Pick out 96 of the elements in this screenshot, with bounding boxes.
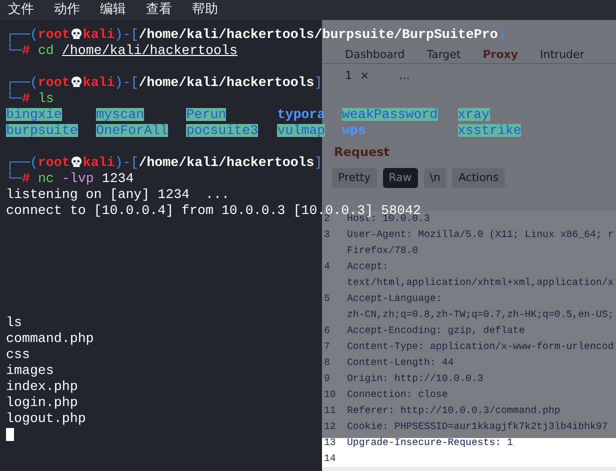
prompt-frame: └─ xyxy=(6,92,22,104)
output-line: logout.php xyxy=(6,412,86,424)
directory-name: myscan xyxy=(96,108,144,120)
output-line: listening on [any] 1234 ... xyxy=(6,188,230,200)
command-name: ls xyxy=(38,92,54,104)
directory-name: weakPassword xyxy=(342,108,438,120)
code-line: text/html,application/xhtml+xml,application/x xyxy=(347,278,614,288)
view-button[interactable]: \n xyxy=(424,168,446,188)
prompt-frame: ┌──( xyxy=(6,28,38,40)
menu-item[interactable]: 动作 xyxy=(54,0,80,20)
line-number: 8 xyxy=(324,358,330,368)
code-line: Cookie: PHPSESSID=aur1kkagjfk7k2tj3lb4ibhk97 xyxy=(347,422,608,432)
tab[interactable]: Intruder xyxy=(540,48,584,61)
prompt-frame: └─ xyxy=(6,44,22,56)
tab[interactable]: Proxy xyxy=(482,48,518,61)
panel-title: Request xyxy=(334,145,390,159)
prompt-frame: )-[ xyxy=(114,76,139,88)
text-cursor xyxy=(6,428,14,440)
line-number: 7 xyxy=(324,342,330,352)
command-argument: 1234 xyxy=(102,172,134,184)
prompt-frame: ] xyxy=(314,76,322,88)
line-number: 13 xyxy=(324,438,336,448)
skull-icon xyxy=(70,28,82,40)
prompt-frame: )-[ xyxy=(114,28,139,40)
output-line: index.php xyxy=(6,380,78,392)
code-line: zh-CN,zh;q=0.8,zh-TW;q=0.7,zh-HK;q=0.5,en-US; xyxy=(347,310,614,320)
prompt-frame: ] xyxy=(314,156,322,168)
tab[interactable]: Target xyxy=(426,48,461,61)
line-number: 9 xyxy=(324,374,330,384)
prompt-frame: ] xyxy=(498,28,506,40)
output-line: images xyxy=(6,364,54,376)
command-argument: -lvp xyxy=(62,172,94,184)
request-tab[interactable]: 1 xyxy=(345,68,352,82)
code-line: Accept: xyxy=(347,262,388,272)
line-number: 5 xyxy=(324,294,330,304)
prompt-frame: ┌──( xyxy=(6,156,38,168)
prompt-host: kali xyxy=(82,76,115,88)
code-line: Accept-Language: xyxy=(347,294,442,304)
line-number: 11 xyxy=(324,406,336,416)
directory-name: wps xyxy=(342,124,366,136)
line-number: 4 xyxy=(324,262,330,272)
code-line: Content-Length: 44 xyxy=(347,358,454,368)
prompt-symbol: # xyxy=(22,172,30,184)
prompt-user: root xyxy=(38,156,70,168)
prompt-frame: )-[ xyxy=(114,156,139,168)
prompt-user: root xyxy=(38,76,70,88)
directory-name: vulmap xyxy=(277,124,326,136)
code-line: Accept-Encoding: gzip, deflate xyxy=(347,326,525,336)
line-number: 3 xyxy=(324,230,330,240)
directory-name: bingxie xyxy=(6,108,62,120)
output-line: command.php xyxy=(6,332,94,344)
prompt-frame: └─ xyxy=(6,172,22,184)
code-line: Content-Type: application/x-www-form-urlencod xyxy=(347,342,614,352)
line-number: 10 xyxy=(324,390,336,400)
prompt-frame: ┌──( xyxy=(6,76,38,88)
view-button[interactable]: Pretty xyxy=(332,168,377,188)
menu-item[interactable]: 文件 xyxy=(8,0,34,20)
code-line: Firefox/78.0 xyxy=(347,246,418,256)
line-number: 6 xyxy=(324,326,330,336)
command-name: nc xyxy=(38,172,54,184)
close-icon[interactable]: × xyxy=(360,68,370,82)
menu-item[interactable]: 编辑 xyxy=(100,0,126,20)
code-line: Referer: http://10.0.0.3/command.php xyxy=(347,406,560,416)
tab[interactable]: Dashboard xyxy=(345,48,405,61)
prompt-user: root xyxy=(38,28,70,40)
code-line: Upgrade-Insecure-Requests: 1 xyxy=(347,438,513,448)
prompt-symbol: # xyxy=(22,44,30,56)
menu-item[interactable]: 查看 xyxy=(146,0,172,20)
directory-name: xsstrike xyxy=(458,124,522,136)
output-line: login.php xyxy=(6,396,78,408)
prompt-path: /home/kali/hackertools/burpsuite/BurpSuitePro xyxy=(138,28,498,40)
line-number: 14 xyxy=(324,454,336,464)
directory-name: burpsuite xyxy=(6,124,78,136)
command-name: cd xyxy=(38,44,54,56)
prompt-symbol: # xyxy=(22,92,30,104)
request-tab[interactable]: ... xyxy=(399,68,410,82)
code-line: Origin: http://10.0.0.3 xyxy=(347,374,484,384)
directory-name: typora xyxy=(277,108,326,120)
code-line: Connection: close xyxy=(347,390,448,400)
prompt-host: kali xyxy=(82,28,115,40)
line-number: 12 xyxy=(324,422,336,432)
view-button[interactable]: Actions xyxy=(452,168,505,188)
output-line: css xyxy=(6,348,30,360)
prompt-host: kali xyxy=(82,156,115,168)
output-line: ls xyxy=(6,316,22,328)
code-line: User-Agent: Mozilla/5.0 (X11; Linux x86_64; r xyxy=(347,230,614,240)
command-argument: /home/kali/hackertools xyxy=(62,44,238,56)
skull-icon xyxy=(70,156,82,168)
directory-name: pocsuite3 xyxy=(186,124,258,136)
directory-name: Perun xyxy=(186,108,226,120)
skull-icon xyxy=(70,76,82,88)
prompt-path: /home/kali/hackertools xyxy=(138,156,314,168)
view-button[interactable]: Raw xyxy=(382,168,418,188)
directory-name: OneForAll xyxy=(96,124,168,136)
prompt-path: /home/kali/hackertools xyxy=(138,76,314,88)
menu-item[interactable]: 帮助 xyxy=(192,0,218,20)
